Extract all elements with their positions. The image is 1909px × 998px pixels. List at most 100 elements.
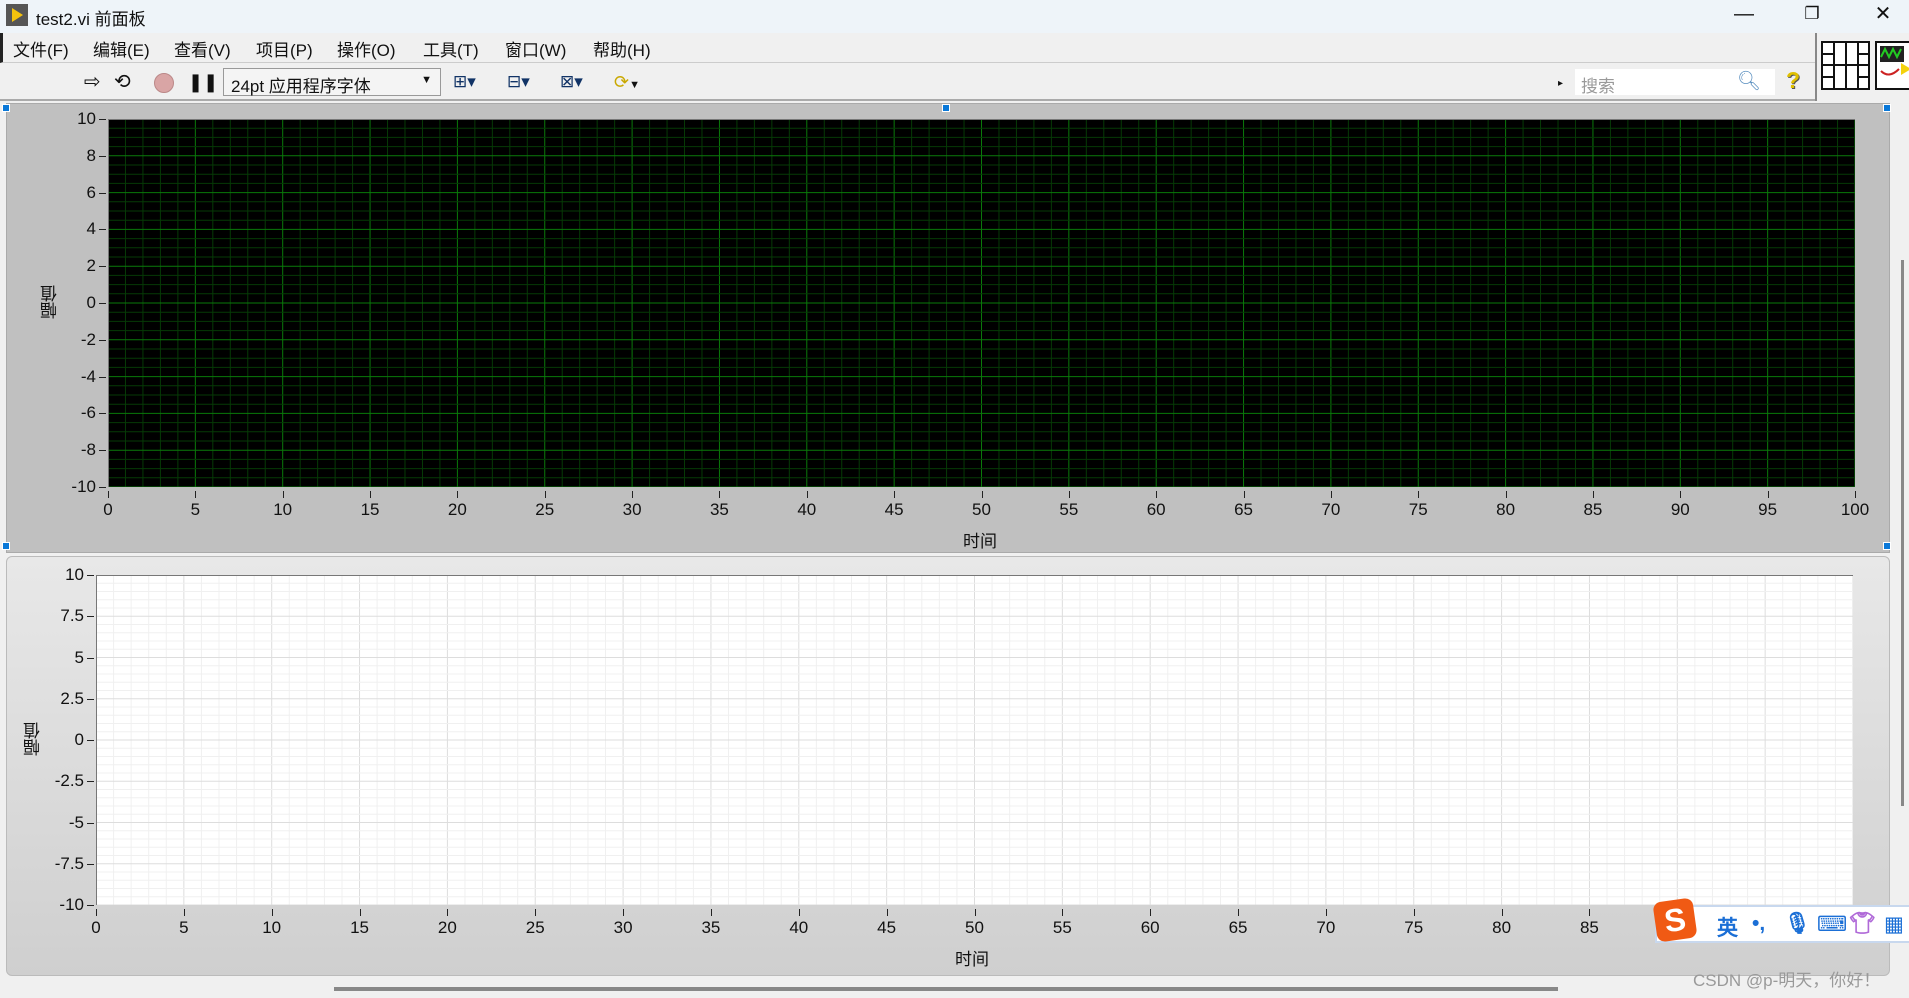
y-tick-label: 2.5 (60, 688, 84, 708)
x-tick (1592, 491, 1594, 498)
x-tick-label: 85 (1583, 500, 1603, 519)
maximize-button[interactable]: ❐ (1782, 0, 1842, 30)
y-tick (99, 376, 106, 378)
y-tick (99, 413, 106, 415)
menu-window[interactable]: 窗口(W) (505, 36, 566, 61)
x-tick (96, 909, 97, 916)
reorder-icon[interactable]: ⟳▼ (614, 71, 640, 96)
selection-handle[interactable] (2, 104, 10, 112)
y-tick-label: 0 (74, 730, 84, 749)
ime-language-toggle[interactable]: 英 (1717, 912, 1738, 942)
selection-handle[interactable] (942, 104, 950, 112)
y-tick (87, 657, 94, 659)
x-tick-label: 5 (190, 500, 201, 519)
x-tick (1501, 909, 1503, 916)
x-tick-label: 80 (1492, 918, 1512, 937)
y-tick (99, 339, 106, 341)
vi-icon-panel (1815, 33, 1909, 101)
align-icon[interactable]: ⊞▾ (453, 71, 476, 93)
run-continuous-icon[interactable]: ⟲ (114, 71, 131, 93)
x-tick (1068, 491, 1070, 498)
y-tick-label: -6 (80, 403, 96, 423)
x-tick-label: 30 (613, 918, 633, 937)
distribute-icon[interactable]: ⊟▾ (507, 71, 530, 93)
toolbar: ⇨ ⟲ ❚❚ 24pt 应用程序字体 ▼ ⊞▾ ⊟▾ ⊠▾ ⟳▼ ▸ 搜索 🔍︎… (0, 63, 1815, 101)
menu-file[interactable]: 文件(F) (13, 36, 69, 61)
microphone-icon[interactable]: 🎙︎ (1784, 912, 1811, 936)
menu-help[interactable]: 帮助(H) (593, 36, 651, 61)
close-button[interactable]: ✕ (1853, 0, 1909, 30)
x-tick-label: 60 (1146, 500, 1166, 519)
menu-edit[interactable]: 编辑(E) (93, 36, 150, 61)
waveform-chart-1-plot[interactable] (108, 119, 1855, 487)
x-tick (108, 491, 109, 498)
x-tick-label: 80 (1496, 500, 1516, 519)
horizontal-scrollbar[interactable] (334, 987, 1558, 991)
x-tick-label: 5 (179, 918, 189, 937)
search-icon[interactable]: 🔍︎ (1737, 69, 1761, 93)
menu-view[interactable]: 查看(V) (174, 36, 231, 61)
x-tick (1150, 909, 1152, 916)
y-tick (99, 229, 106, 231)
x-tick (981, 491, 983, 498)
help-icon[interactable]: ? (1786, 69, 1800, 92)
pause-icon[interactable]: ❚❚ (188, 71, 218, 93)
x-tick (1330, 491, 1332, 498)
y-tick (99, 119, 106, 120)
x-tick (1062, 909, 1064, 916)
x-tick (1413, 909, 1415, 916)
x-tick (359, 909, 361, 916)
x-tick (1680, 491, 1682, 498)
search-input[interactable]: 搜索 🔍︎ (1575, 69, 1775, 96)
run-arrow-icon[interactable]: ⇨ (84, 71, 101, 93)
y-tick (87, 616, 94, 618)
menu-tools[interactable]: 工具(T) (423, 36, 479, 61)
y-tick (99, 303, 106, 304)
selection-handle[interactable] (2, 542, 10, 550)
x-tick-label: 70 (1316, 918, 1336, 937)
y-tick-label: 8 (86, 145, 96, 165)
x-tick (544, 491, 546, 498)
x-tick (1767, 491, 1769, 498)
connector-pane-icon[interactable] (1821, 41, 1871, 91)
vertical-scrollbar[interactable] (1901, 260, 1904, 806)
y-tick (87, 740, 94, 741)
expand-arrow-icon[interactable]: ▸ (1558, 73, 1563, 95)
ime-punctuation-toggle[interactable]: •, (1752, 912, 1765, 936)
y-tick-label: -10 (71, 477, 96, 496)
x-tick-label: 60 (1140, 918, 1160, 937)
x-tick (1418, 491, 1420, 498)
y-tick-label: 0 (86, 293, 96, 312)
x-tick (1505, 491, 1507, 498)
resize-icon[interactable]: ⊠▾ (560, 71, 583, 93)
font-select[interactable]: 24pt 应用程序字体 ▼ (223, 68, 441, 96)
x-tick (894, 491, 896, 498)
selection-handle[interactable] (1883, 542, 1891, 550)
y-tick-label: 2 (86, 256, 96, 276)
y-tick (87, 822, 94, 824)
x-tick (974, 909, 976, 916)
menu-project[interactable]: 项目(P) (256, 36, 313, 61)
x-tick-label: 50 (965, 918, 984, 937)
y-tick (87, 781, 94, 783)
minimize-button[interactable]: — (1714, 0, 1774, 30)
waveform-graph-2-plot[interactable] (96, 575, 1853, 905)
y-tick-label: 5 (74, 647, 84, 667)
keyboard-icon[interactable]: ⌨ (1817, 912, 1847, 937)
y-tick-label: 6 (86, 182, 96, 202)
x-tick-label: 90 (1670, 500, 1690, 519)
x-tick-label: 55 (1059, 500, 1079, 519)
skin-icon[interactable]: 👕︎ (1849, 912, 1876, 936)
menu-operate[interactable]: 操作(O) (337, 36, 396, 61)
vi-icon[interactable] (1875, 41, 1909, 91)
x-tick (886, 909, 888, 916)
y-tick (87, 698, 94, 700)
x-tick (457, 491, 459, 498)
y-tick-label: -2.5 (54, 771, 84, 791)
x-tick-label: 45 (884, 500, 904, 519)
x-tick-label: 15 (350, 918, 369, 937)
abort-icon[interactable] (154, 73, 174, 93)
y-tick-label: 10 (77, 109, 96, 128)
selection-handle[interactable] (1883, 104, 1891, 112)
toolbox-icon[interactable]: ▦ (1884, 912, 1904, 937)
